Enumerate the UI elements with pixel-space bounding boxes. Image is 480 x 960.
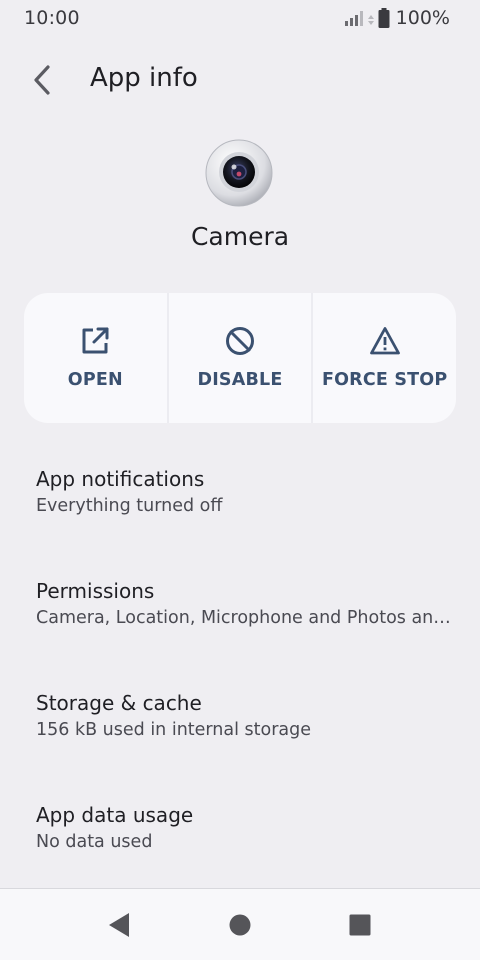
settings-item-title: Permissions — [36, 579, 155, 603]
app-data-usage-item[interactable]: App data usage No data used — [0, 785, 480, 897]
settings-item-summary: No data used — [36, 832, 153, 852]
force-stop-button[interactable]: FORCE STOP — [311, 293, 456, 423]
disable-button[interactable]: DISABLE — [166, 293, 312, 423]
status-icons: 100% — [344, 7, 450, 29]
warning-triangle-icon — [369, 327, 400, 355]
permissions-item[interactable]: Permissions Camera, Location, Microphone… — [0, 561, 480, 673]
settings-item-summary: Camera, Location, Microphone and Photos … — [36, 608, 454, 628]
app-info-screen: 10:00 100% App info Camera OPEN DISABLE … — [0, 0, 480, 960]
status-time: 10:00 — [24, 7, 80, 29]
open-label: OPEN — [67, 370, 123, 390]
app-actions-card: OPEN DISABLE FORCE STOP — [24, 293, 456, 423]
app-name: Camera — [190, 222, 290, 251]
nav-recents-icon — [349, 914, 371, 936]
open-external-icon — [82, 327, 109, 354]
navigation-bar — [0, 888, 480, 960]
status-bar: 10:00 100% — [0, 0, 480, 36]
back-arrow-icon — [34, 65, 50, 95]
open-button[interactable]: OPEN — [24, 293, 167, 423]
data-arrows-icon — [367, 15, 374, 25]
app-notifications-item[interactable]: App notifications Everything turned off — [0, 449, 480, 561]
nav-home-button[interactable] — [222, 907, 258, 943]
nav-home-icon — [229, 914, 251, 936]
settings-item-title: Storage & cache — [36, 691, 202, 715]
disable-icon — [226, 327, 254, 355]
nav-back-icon — [109, 913, 129, 937]
nav-recents-button[interactable] — [342, 907, 378, 943]
force-stop-label: FORCE STOP — [321, 370, 448, 390]
disable-label: DISABLE — [197, 370, 283, 390]
settings-item-title: App notifications — [36, 467, 205, 491]
page-title: App info — [90, 63, 198, 93]
top-app-bar: App info — [0, 52, 480, 108]
storage-cache-item[interactable]: Storage & cache 156 kB used in internal … — [0, 673, 480, 785]
settings-item-title: App data usage — [36, 803, 194, 827]
signal-icon — [344, 11, 363, 26]
battery-icon — [378, 8, 390, 28]
nav-back-button[interactable] — [101, 907, 137, 943]
camera-app-icon — [205, 139, 273, 207]
back-button[interactable] — [22, 58, 62, 102]
settings-item-summary: 156 kB used in internal storage — [36, 720, 312, 740]
settings-item-summary: Everything turned off — [36, 496, 223, 516]
battery-percentage: 100% — [395, 7, 450, 29]
